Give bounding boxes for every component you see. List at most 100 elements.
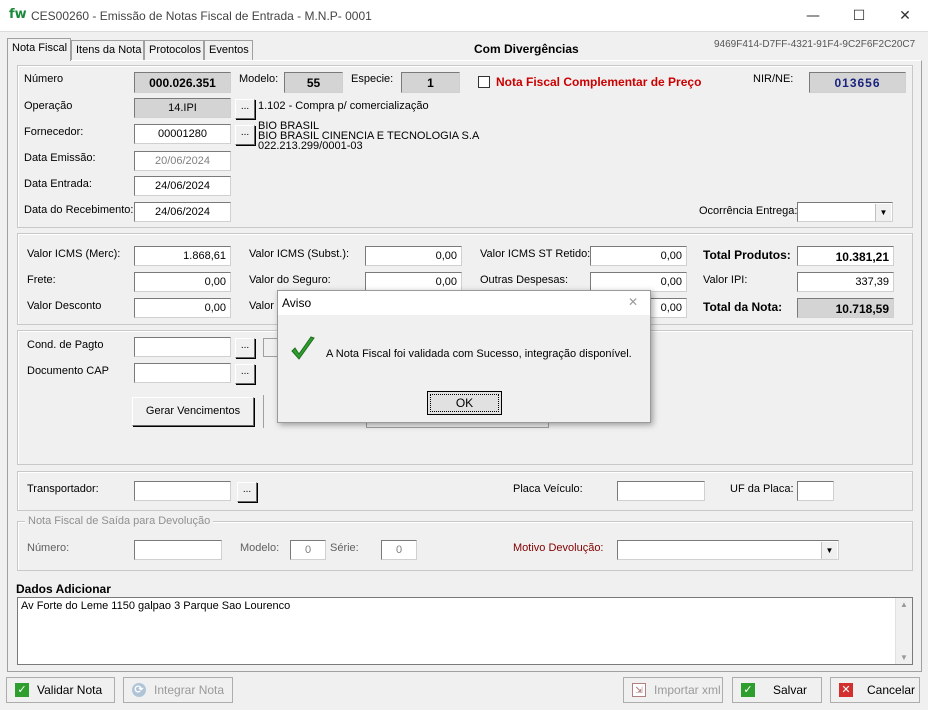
aviso-dialog: Aviso ✕ A Nota Fiscal foi validada com S…: [277, 290, 651, 423]
nir-field: 013656: [809, 72, 906, 93]
icms-merc-label: Valor ICMS (Merc):: [27, 248, 121, 260]
operacao-field[interactable]: 14.IPI: [134, 98, 231, 118]
chevron-down-icon[interactable]: ▼: [821, 542, 837, 559]
icms-st-field[interactable]: 0,00: [590, 246, 687, 266]
chevron-down-icon[interactable]: ▼: [875, 204, 891, 221]
cond-pagto-lookup-button[interactable]: ...: [235, 338, 255, 358]
frete-field[interactable]: 0,00: [134, 272, 231, 292]
fornecedor-field[interactable]: 00001280: [134, 124, 231, 144]
integrar-nota-button[interactable]: ⟳ Integrar Nota: [123, 677, 233, 703]
total-produtos-field: 10.381,21: [797, 246, 894, 266]
cond-pagto-label: Cond. de Pagto: [27, 339, 104, 351]
outras-despesas-field[interactable]: 0,00: [590, 272, 687, 292]
maximize-button[interactable]: ☐: [836, 0, 882, 32]
xml-file-icon: ⇲: [632, 683, 646, 697]
devolucao-modelo-field[interactable]: 0: [290, 540, 326, 560]
total-produtos-label: Total Produtos:: [703, 248, 791, 262]
ipi-field[interactable]: 337,39: [797, 272, 894, 292]
validar-nota-button[interactable]: ✓ Validar Nota: [6, 677, 115, 703]
data-entrada-label: Data Entrada:: [24, 178, 92, 190]
importar-xml-label: Importar xml: [654, 683, 721, 697]
documento-cap-lookup-button[interactable]: ...: [235, 364, 255, 384]
dados-adicionais-textarea[interactable]: Av Forte do Leme 1150 galpao 3 Parque Sa…: [17, 597, 913, 665]
valor-truncated-label: Valor: [249, 300, 274, 312]
dialog-close-button[interactable]: ✕: [628, 295, 638, 309]
placa-veiculo-label: Placa Veículo:: [513, 483, 583, 495]
desconto-label: Valor Desconto: [27, 300, 102, 312]
devolucao-group-title: Nota Fiscal de Saída para Devolução: [25, 515, 214, 527]
transportador-lookup-button[interactable]: ...: [237, 482, 257, 502]
fornecedor-lookup-button[interactable]: ...: [235, 125, 255, 145]
dados-adicionais-label: Dados Adicionar: [16, 582, 111, 596]
gerar-vencimentos-button[interactable]: Gerar Vencimentos: [132, 397, 254, 426]
ocorrencia-label: Ocorrência Entrega:: [699, 205, 798, 217]
uf-placa-label: UF da Placa:: [730, 483, 794, 495]
devolucao-modelo-label: Modelo:: [240, 542, 280, 554]
tab-protocolos[interactable]: Protocolos: [144, 40, 204, 60]
data-recebimento-field[interactable]: 24/06/2024: [134, 202, 231, 222]
tab-eventos[interactable]: Eventos: [204, 40, 253, 60]
close-button[interactable]: ✕: [882, 0, 928, 32]
devolucao-numero-field[interactable]: [134, 540, 222, 560]
scroll-down-icon[interactable]: ▼: [896, 653, 912, 662]
app-logo-icon: fw: [9, 7, 27, 22]
salvar-label: Salvar: [773, 683, 808, 697]
cond-pagto-field[interactable]: [134, 337, 231, 357]
title-bar: fw CES00260 - Emissão de Notas Fiscal de…: [0, 0, 928, 32]
icms-merc-field[interactable]: 1.868,61: [134, 246, 231, 266]
tab-itens-da-nota[interactable]: Itens da Nota: [71, 40, 144, 60]
ok-button[interactable]: OK: [427, 391, 502, 415]
operacao-label: Operação: [24, 100, 73, 112]
complementar-label: Nota Fiscal Complementar de Preço: [496, 75, 702, 89]
modelo-field: 55: [284, 72, 343, 93]
devolucao-serie-label: Série:: [330, 542, 359, 554]
icms-subst-field[interactable]: 0,00: [365, 246, 462, 266]
transportador-label: Transportador:: [27, 483, 99, 495]
fornecedor-label: Fornecedor:: [24, 126, 84, 138]
divider: [263, 395, 264, 428]
frete-label: Frete:: [27, 274, 56, 286]
dados-adicionais-text: Av Forte do Leme 1150 galpao 3 Parque Sa…: [21, 600, 291, 612]
complementar-checkbox[interactable]: [478, 76, 490, 88]
check-icon: ✓: [15, 683, 29, 697]
salvar-button[interactable]: ✓ Salvar: [732, 677, 822, 703]
data-emissao-label: Data Emissão:: [24, 152, 96, 164]
importar-xml-button[interactable]: ⇲ Importar xml: [623, 677, 723, 703]
hidden-field-edge: [263, 338, 277, 357]
check-icon: ✓: [741, 683, 755, 697]
status-label: Com Divergências: [474, 42, 579, 56]
dialog-title: Aviso: [282, 296, 312, 310]
transportador-field[interactable]: [134, 481, 231, 501]
outras-despesas-label: Outras Despesas:: [480, 274, 569, 286]
ocorrencia-select[interactable]: ▼: [797, 202, 893, 222]
document-guid: 9469F414-D7FF-4321-91F4-9C2F6F2C20C7: [714, 39, 916, 50]
desconto-field[interactable]: 0,00: [134, 298, 231, 318]
icms-subst-label: Valor ICMS (Subst.):: [249, 248, 350, 260]
tab-nota-fiscal[interactable]: Nota Fiscal: [7, 38, 71, 61]
documento-cap-label: Documento CAP: [27, 365, 109, 377]
documento-cap-field[interactable]: [134, 363, 231, 383]
scroll-up-icon[interactable]: ▲: [896, 600, 912, 609]
cancelar-button[interactable]: ✕ Cancelar: [830, 677, 920, 703]
validar-nota-label: Validar Nota: [37, 683, 103, 697]
data-emissao-field[interactable]: 20/06/2024: [134, 151, 231, 171]
especie-label: Especie:: [351, 73, 394, 85]
motivo-devolucao-select[interactable]: ▼: [617, 540, 839, 560]
numero-field: 000.026.351: [134, 72, 231, 93]
seguro-field[interactable]: 0,00: [365, 272, 462, 292]
minimize-button[interactable]: —: [790, 0, 836, 32]
icms-st-label: Valor ICMS ST Retido:: [480, 248, 591, 260]
operacao-lookup-button[interactable]: ...: [235, 99, 255, 119]
placa-veiculo-field[interactable]: [617, 481, 705, 501]
modelo-label: Modelo:: [239, 73, 279, 85]
total-nota-label: Total da Nota:: [703, 300, 783, 314]
integrate-icon: ⟳: [132, 683, 146, 697]
data-recebimento-label: Data do Recebimento:: [24, 204, 134, 216]
numero-label: Número: [24, 73, 64, 85]
data-entrada-field[interactable]: 24/06/2024: [134, 176, 231, 196]
especie-field: 1: [401, 72, 460, 93]
window-title: CES00260 - Emissão de Notas Fiscal de En…: [31, 9, 372, 23]
uf-placa-field[interactable]: [797, 481, 834, 501]
devolucao-serie-field[interactable]: 0: [381, 540, 417, 560]
vertical-scrollbar[interactable]: ▲ ▼: [895, 598, 912, 664]
